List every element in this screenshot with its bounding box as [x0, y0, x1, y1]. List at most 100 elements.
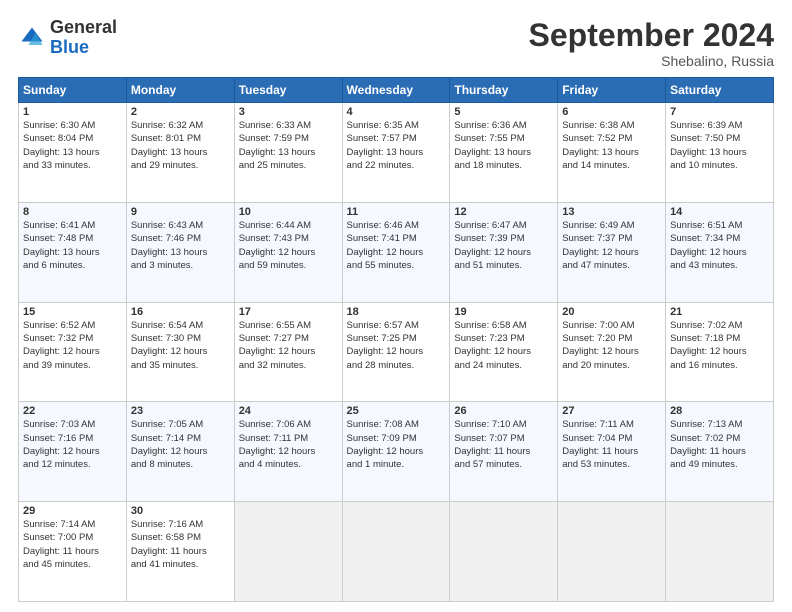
calendar-cell [342, 502, 450, 602]
day-info: Sunrise: 6:52 AM Sunset: 7:32 PM Dayligh… [23, 319, 122, 372]
calendar-cell: 5Sunrise: 6:36 AM Sunset: 7:55 PM Daylig… [450, 103, 558, 203]
day-info: Sunrise: 6:35 AM Sunset: 7:57 PM Dayligh… [347, 119, 446, 172]
week-row-1: 1Sunrise: 6:30 AM Sunset: 8:04 PM Daylig… [19, 103, 774, 203]
day-info: Sunrise: 6:39 AM Sunset: 7:50 PM Dayligh… [670, 119, 769, 172]
day-number: 25 [347, 405, 446, 417]
day-number: 5 [454, 106, 553, 118]
day-number: 28 [670, 405, 769, 417]
calendar-cell: 30Sunrise: 7:16 AM Sunset: 6:58 PM Dayli… [126, 502, 234, 602]
day-number: 2 [131, 106, 230, 118]
day-info: Sunrise: 7:02 AM Sunset: 7:18 PM Dayligh… [670, 319, 769, 372]
calendar-cell [450, 502, 558, 602]
calendar-cell: 15Sunrise: 6:52 AM Sunset: 7:32 PM Dayli… [19, 302, 127, 402]
day-info: Sunrise: 7:13 AM Sunset: 7:02 PM Dayligh… [670, 418, 769, 471]
day-number: 10 [239, 206, 338, 218]
day-info: Sunrise: 6:58 AM Sunset: 7:23 PM Dayligh… [454, 319, 553, 372]
day-info: Sunrise: 6:55 AM Sunset: 7:27 PM Dayligh… [239, 319, 338, 372]
day-number: 29 [23, 505, 122, 517]
day-info: Sunrise: 7:03 AM Sunset: 7:16 PM Dayligh… [23, 418, 122, 471]
calendar-cell [558, 502, 666, 602]
calendar-cell: 17Sunrise: 6:55 AM Sunset: 7:27 PM Dayli… [234, 302, 342, 402]
day-info: Sunrise: 7:05 AM Sunset: 7:14 PM Dayligh… [131, 418, 230, 471]
calendar-cell: 28Sunrise: 7:13 AM Sunset: 7:02 PM Dayli… [666, 402, 774, 502]
calendar-cell: 25Sunrise: 7:08 AM Sunset: 7:09 PM Dayli… [342, 402, 450, 502]
weekday-header-tuesday: Tuesday [234, 78, 342, 103]
weekday-header-saturday: Saturday [666, 78, 774, 103]
calendar-cell: 18Sunrise: 6:57 AM Sunset: 7:25 PM Dayli… [342, 302, 450, 402]
logo-icon [18, 24, 46, 52]
day-info: Sunrise: 6:41 AM Sunset: 7:48 PM Dayligh… [23, 219, 122, 272]
calendar-table: SundayMondayTuesdayWednesdayThursdayFrid… [18, 77, 774, 602]
day-info: Sunrise: 7:11 AM Sunset: 7:04 PM Dayligh… [562, 418, 661, 471]
calendar-cell: 10Sunrise: 6:44 AM Sunset: 7:43 PM Dayli… [234, 202, 342, 302]
day-number: 23 [131, 405, 230, 417]
day-number: 11 [347, 206, 446, 218]
day-info: Sunrise: 6:54 AM Sunset: 7:30 PM Dayligh… [131, 319, 230, 372]
day-number: 6 [562, 106, 661, 118]
location: Shebalino, Russia [529, 53, 774, 69]
calendar-body: 1Sunrise: 6:30 AM Sunset: 8:04 PM Daylig… [19, 103, 774, 602]
day-info: Sunrise: 6:57 AM Sunset: 7:25 PM Dayligh… [347, 319, 446, 372]
day-number: 1 [23, 106, 122, 118]
logo-blue-text: Blue [50, 37, 89, 57]
calendar-cell: 12Sunrise: 6:47 AM Sunset: 7:39 PM Dayli… [450, 202, 558, 302]
calendar-cell: 29Sunrise: 7:14 AM Sunset: 7:00 PM Dayli… [19, 502, 127, 602]
day-info: Sunrise: 7:14 AM Sunset: 7:00 PM Dayligh… [23, 518, 122, 571]
day-info: Sunrise: 6:49 AM Sunset: 7:37 PM Dayligh… [562, 219, 661, 272]
calendar-cell: 23Sunrise: 7:05 AM Sunset: 7:14 PM Dayli… [126, 402, 234, 502]
calendar-cell: 11Sunrise: 6:46 AM Sunset: 7:41 PM Dayli… [342, 202, 450, 302]
day-info: Sunrise: 7:00 AM Sunset: 7:20 PM Dayligh… [562, 319, 661, 372]
day-number: 18 [347, 306, 446, 318]
day-info: Sunrise: 6:47 AM Sunset: 7:39 PM Dayligh… [454, 219, 553, 272]
calendar-cell: 9Sunrise: 6:43 AM Sunset: 7:46 PM Daylig… [126, 202, 234, 302]
day-number: 19 [454, 306, 553, 318]
logo: General Blue [18, 18, 117, 58]
day-number: 3 [239, 106, 338, 118]
week-row-3: 15Sunrise: 6:52 AM Sunset: 7:32 PM Dayli… [19, 302, 774, 402]
calendar-cell: 4Sunrise: 6:35 AM Sunset: 7:57 PM Daylig… [342, 103, 450, 203]
day-number: 8 [23, 206, 122, 218]
day-number: 7 [670, 106, 769, 118]
day-number: 30 [131, 505, 230, 517]
day-info: Sunrise: 6:43 AM Sunset: 7:46 PM Dayligh… [131, 219, 230, 272]
day-number: 9 [131, 206, 230, 218]
calendar-cell: 22Sunrise: 7:03 AM Sunset: 7:16 PM Dayli… [19, 402, 127, 502]
weekday-header-monday: Monday [126, 78, 234, 103]
calendar-cell: 6Sunrise: 6:38 AM Sunset: 7:52 PM Daylig… [558, 103, 666, 203]
day-info: Sunrise: 6:33 AM Sunset: 7:59 PM Dayligh… [239, 119, 338, 172]
day-number: 4 [347, 106, 446, 118]
week-row-2: 8Sunrise: 6:41 AM Sunset: 7:48 PM Daylig… [19, 202, 774, 302]
title-block: September 2024 Shebalino, Russia [529, 18, 774, 69]
calendar-cell [666, 502, 774, 602]
day-info: Sunrise: 6:36 AM Sunset: 7:55 PM Dayligh… [454, 119, 553, 172]
logo-general-text: General [50, 17, 117, 37]
calendar-cell: 7Sunrise: 6:39 AM Sunset: 7:50 PM Daylig… [666, 103, 774, 203]
calendar-cell: 24Sunrise: 7:06 AM Sunset: 7:11 PM Dayli… [234, 402, 342, 502]
week-row-4: 22Sunrise: 7:03 AM Sunset: 7:16 PM Dayli… [19, 402, 774, 502]
day-info: Sunrise: 7:08 AM Sunset: 7:09 PM Dayligh… [347, 418, 446, 471]
calendar-cell: 8Sunrise: 6:41 AM Sunset: 7:48 PM Daylig… [19, 202, 127, 302]
week-row-5: 29Sunrise: 7:14 AM Sunset: 7:00 PM Dayli… [19, 502, 774, 602]
day-info: Sunrise: 6:32 AM Sunset: 8:01 PM Dayligh… [131, 119, 230, 172]
calendar-cell: 13Sunrise: 6:49 AM Sunset: 7:37 PM Dayli… [558, 202, 666, 302]
day-info: Sunrise: 6:30 AM Sunset: 8:04 PM Dayligh… [23, 119, 122, 172]
calendar-cell: 21Sunrise: 7:02 AM Sunset: 7:18 PM Dayli… [666, 302, 774, 402]
day-number: 14 [670, 206, 769, 218]
day-number: 15 [23, 306, 122, 318]
day-info: Sunrise: 7:06 AM Sunset: 7:11 PM Dayligh… [239, 418, 338, 471]
weekday-header-friday: Friday [558, 78, 666, 103]
calendar-cell: 14Sunrise: 6:51 AM Sunset: 7:34 PM Dayli… [666, 202, 774, 302]
day-number: 27 [562, 405, 661, 417]
calendar-cell: 27Sunrise: 7:11 AM Sunset: 7:04 PM Dayli… [558, 402, 666, 502]
calendar-cell: 1Sunrise: 6:30 AM Sunset: 8:04 PM Daylig… [19, 103, 127, 203]
header: General Blue September 2024 Shebalino, R… [18, 18, 774, 69]
weekday-header-row: SundayMondayTuesdayWednesdayThursdayFrid… [19, 78, 774, 103]
calendar-cell: 3Sunrise: 6:33 AM Sunset: 7:59 PM Daylig… [234, 103, 342, 203]
day-number: 12 [454, 206, 553, 218]
day-number: 22 [23, 405, 122, 417]
day-number: 21 [670, 306, 769, 318]
calendar-cell: 2Sunrise: 6:32 AM Sunset: 8:01 PM Daylig… [126, 103, 234, 203]
day-number: 26 [454, 405, 553, 417]
day-info: Sunrise: 7:16 AM Sunset: 6:58 PM Dayligh… [131, 518, 230, 571]
calendar-cell: 19Sunrise: 6:58 AM Sunset: 7:23 PM Dayli… [450, 302, 558, 402]
